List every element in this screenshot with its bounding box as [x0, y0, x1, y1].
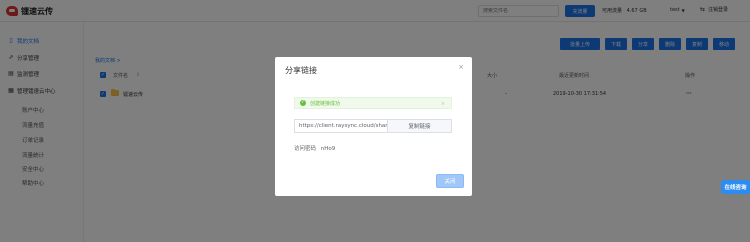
access-code: 访问密码 nHo9	[294, 144, 335, 152]
close-icon[interactable]: ×	[458, 63, 464, 71]
alert-close-icon[interactable]: ×	[441, 101, 445, 107]
share-link-field[interactable]: https://client.raysync.cloud/share/99FFA…	[294, 119, 388, 133]
dialog-title: 分享链接	[285, 66, 317, 75]
copy-link-button[interactable]: 复制链接	[387, 119, 452, 133]
check-circle-icon: ✓	[300, 100, 306, 106]
share-link-dialog: 分享链接 × ✓ 创建链接成功 × https://client.raysync…	[275, 57, 472, 196]
access-code-value: nHo9	[320, 146, 336, 152]
close-button[interactable]: 关闭	[436, 174, 464, 188]
success-alert: ✓ 创建链接成功 ×	[294, 97, 452, 109]
alert-text: 创建链接成功	[310, 100, 341, 107]
online-consult-button[interactable]: 在线咨询	[721, 180, 750, 194]
access-code-label: 访问密码	[294, 146, 317, 152]
